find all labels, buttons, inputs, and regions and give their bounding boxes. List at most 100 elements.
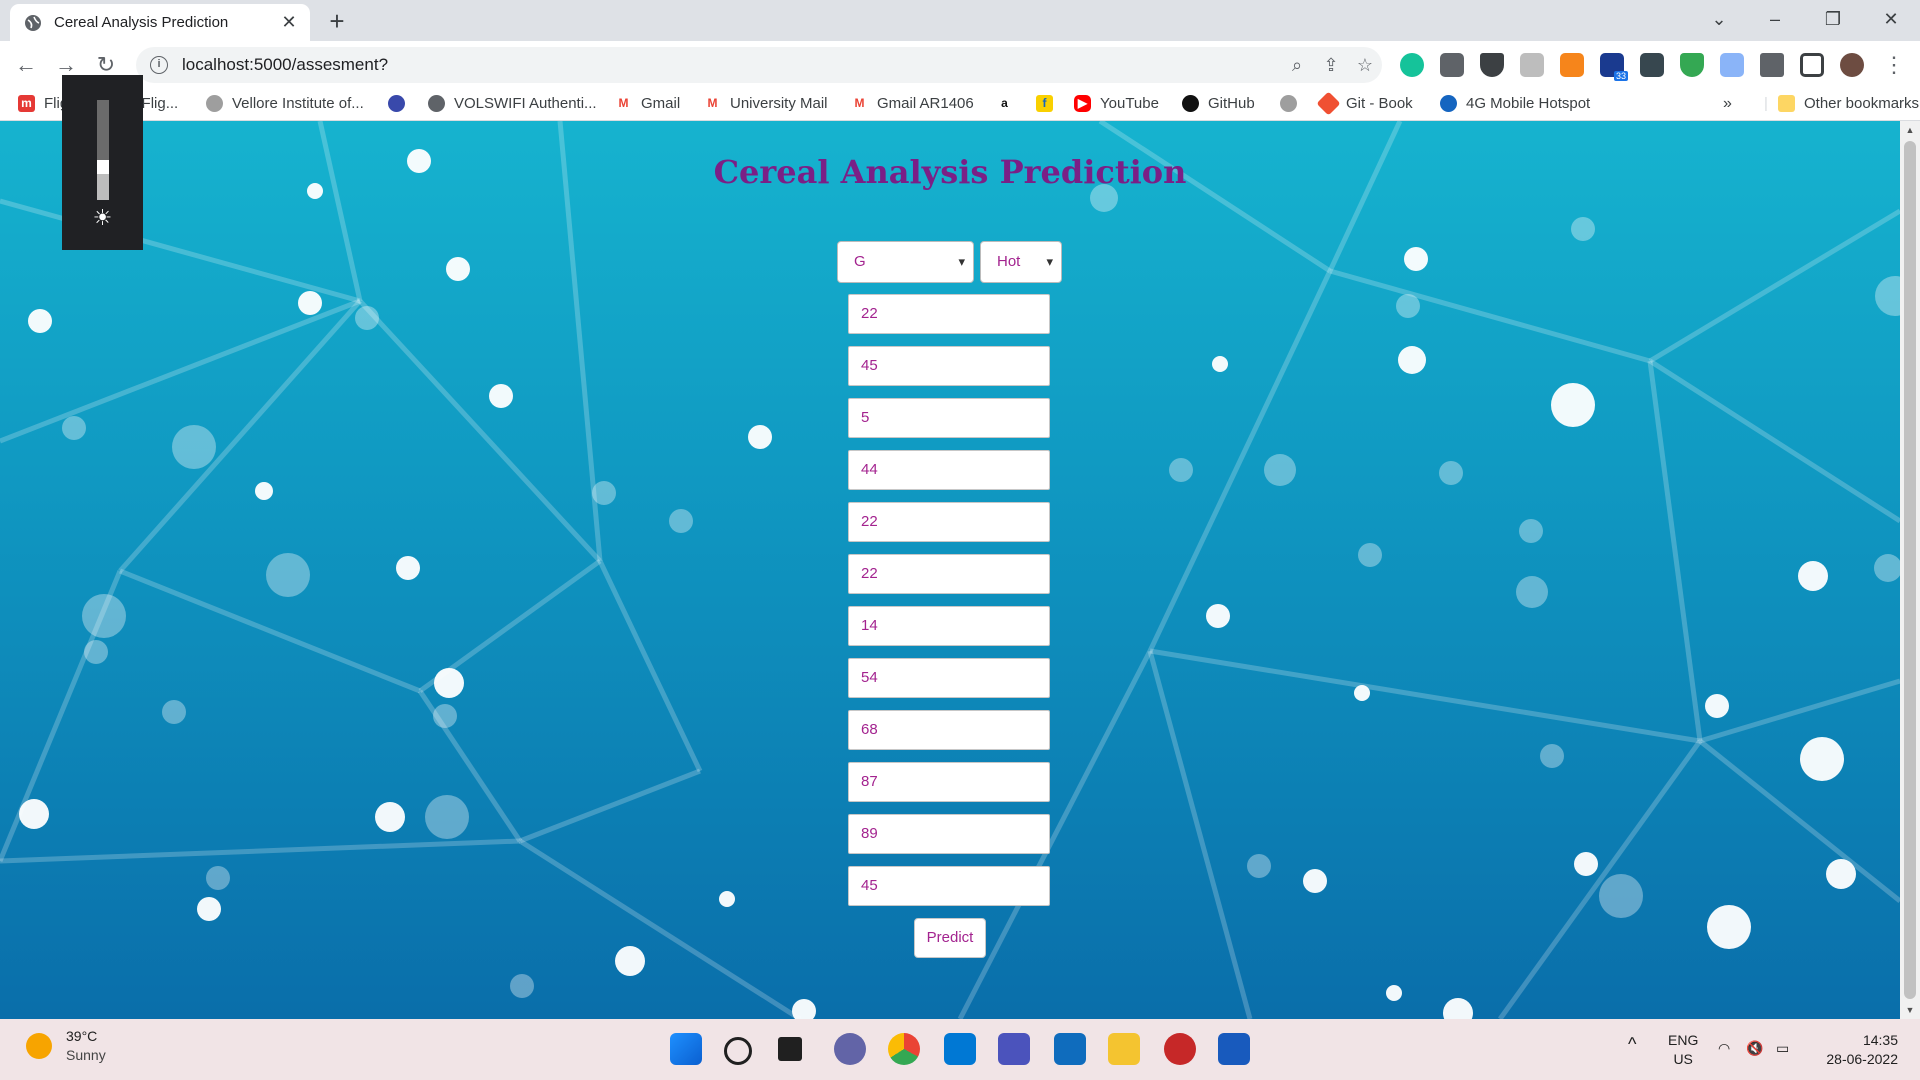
- teams-icon[interactable]: [998, 1033, 1030, 1065]
- input-field-9[interactable]: 68: [848, 710, 1050, 750]
- clock-date: 28-06-2022: [1826, 1051, 1898, 1067]
- battery-icon[interactable]: ▭: [1776, 1039, 1789, 1058]
- vit-icon: [1280, 95, 1297, 112]
- input-field-7[interactable]: 14: [848, 606, 1050, 646]
- tab-search-icon[interactable]: ⌄: [1696, 0, 1742, 38]
- language-indicator[interactable]: ENG US: [1668, 1031, 1698, 1069]
- bookmark-item[interactable]: ▶ YouTube: [1074, 95, 1159, 112]
- back-button[interactable]: ←: [10, 49, 42, 81]
- bookmark-item[interactable]: VOLSWIFI Authenti...: [428, 95, 597, 112]
- shield-extension-icon[interactable]: [1680, 53, 1704, 77]
- scrollbar-thumb[interactable]: [1904, 141, 1916, 999]
- bookmark-label: Git - Book: [1346, 95, 1413, 112]
- bookmark-item[interactable]: M University Mail: [704, 95, 828, 112]
- url-text[interactable]: localhost:5000/assesment?: [182, 55, 1280, 75]
- word-icon[interactable]: [1218, 1033, 1250, 1065]
- close-window-button[interactable]: ✕: [1868, 0, 1914, 38]
- bookmarks-bar: mFlight, Flights, Flig... Vellore Instit…: [0, 89, 1920, 121]
- mail-icon[interactable]: [1054, 1033, 1086, 1065]
- copy-extension-icon[interactable]: [1520, 53, 1544, 77]
- dark-extension-icon[interactable]: [1640, 53, 1664, 77]
- side-panel-icon[interactable]: [1800, 53, 1824, 77]
- wifi-icon[interactable]: ◠: [1718, 1039, 1730, 1058]
- bookmark-item[interactable]: [388, 95, 414, 112]
- chrome-icon[interactable]: [888, 1033, 920, 1065]
- bookmark-label: Gmail: [641, 95, 681, 112]
- gmail-icon: M: [615, 95, 632, 112]
- extensions-puzzle-icon[interactable]: [1760, 53, 1784, 77]
- address-bar[interactable]: i localhost:5000/assesment? ⌕ ⇪ ☆: [136, 47, 1382, 83]
- grammarly-extension-icon[interactable]: [1400, 53, 1424, 77]
- bookmark-item[interactable]: [1280, 95, 1306, 112]
- input-field-11[interactable]: 89: [848, 814, 1050, 854]
- weather-condition: Sunny: [66, 1047, 106, 1063]
- bookmark-label: Vellore Institute of...: [232, 95, 364, 112]
- hotspot-icon: [1440, 95, 1457, 112]
- input-field-5[interactable]: 22: [848, 502, 1050, 542]
- type-select[interactable]: Hot ▾: [980, 241, 1062, 283]
- chat-icon[interactable]: [834, 1033, 866, 1065]
- tab-active[interactable]: Cereal Analysis Prediction ✕: [10, 4, 310, 41]
- language-code: ENG: [1668, 1032, 1699, 1048]
- pocket-extension-icon[interactable]: [1480, 53, 1504, 77]
- store-icon[interactable]: [944, 1033, 976, 1065]
- restore-button[interactable]: ❐: [1810, 0, 1856, 38]
- e-extension-icon[interactable]: [1440, 53, 1464, 77]
- git-icon: [1316, 91, 1341, 116]
- bookmarks-overflow-button[interactable]: »: [1723, 95, 1732, 113]
- speaker-muted-icon[interactable]: 🔇: [1746, 1039, 1763, 1058]
- profile-avatar[interactable]: [1840, 53, 1864, 77]
- clock-time: 14:35: [1862, 1032, 1898, 1048]
- zoom-icon[interactable]: ⌕: [1280, 55, 1314, 76]
- bookmark-label: Gmail AR1406: [877, 95, 974, 112]
- metamask-extension-icon[interactable]: [1560, 53, 1584, 77]
- site-info-icon[interactable]: i: [150, 56, 168, 74]
- other-bookmarks[interactable]: Other bookmarks: [1778, 95, 1919, 112]
- bookmark-label: University Mail: [730, 95, 828, 112]
- scroll-up-arrow-icon[interactable]: ▲: [1900, 125, 1920, 135]
- globe-icon: [428, 95, 445, 112]
- tray-overflow-icon[interactable]: ^: [1628, 1035, 1636, 1054]
- other-bookmarks-label: Other bookmarks: [1804, 95, 1920, 112]
- input-field-4[interactable]: 44: [848, 450, 1050, 490]
- bookmark-star-icon[interactable]: ☆: [1348, 55, 1382, 76]
- input-field-3[interactable]: 5: [848, 398, 1050, 438]
- minimize-button[interactable]: –: [1752, 0, 1798, 38]
- windows-start-icon[interactable]: [670, 1033, 702, 1065]
- input-field-2[interactable]: 45: [848, 346, 1050, 386]
- clock[interactable]: 14:35 28-06-2022: [1814, 1031, 1898, 1069]
- bookmark-item[interactable]: M Gmail AR1406: [851, 95, 974, 112]
- search-icon[interactable]: [724, 1037, 752, 1065]
- youtube-icon: ▶: [1074, 95, 1091, 112]
- input-field-6[interactable]: 22: [848, 554, 1050, 594]
- scroll-down-arrow-icon[interactable]: ▼: [1900, 1005, 1920, 1015]
- bookmark-item[interactable]: Vellore Institute of...: [206, 95, 364, 112]
- manufacturer-select[interactable]: G ▾: [837, 241, 974, 283]
- weather-widget[interactable]: 39°C Sunny: [26, 1027, 106, 1065]
- task-view-icon[interactable]: [778, 1037, 802, 1061]
- bookmark-item[interactable]: a: [996, 95, 1022, 112]
- predict-button[interactable]: Predict: [914, 918, 986, 958]
- app-icon[interactable]: [1164, 1033, 1196, 1065]
- extension-badge-icon[interactable]: 33: [1600, 53, 1628, 81]
- share-icon[interactable]: ⇪: [1314, 55, 1348, 76]
- bookmark-item[interactable]: f: [1036, 95, 1062, 112]
- bookmark-item[interactable]: 4G Mobile Hotspot: [1440, 95, 1590, 112]
- new-tab-button[interactable]: +: [322, 6, 352, 36]
- bookmark-label: VOLSWIFI Authenti...: [454, 95, 597, 112]
- extension-badge-count: 33: [1613, 71, 1628, 81]
- brightness-knob[interactable]: [97, 160, 109, 174]
- bookmark-item[interactable]: Git - Book: [1316, 91, 1413, 116]
- bookmark-item[interactable]: M Gmail: [615, 95, 680, 112]
- browser-menu-icon[interactable]: ⋮: [1878, 49, 1910, 81]
- input-field-12[interactable]: 45: [848, 866, 1050, 906]
- page-scrollbar[interactable]: ▲ ▼: [1900, 121, 1920, 1019]
- file-explorer-icon[interactable]: [1108, 1033, 1140, 1065]
- input-field-10[interactable]: 87: [848, 762, 1050, 802]
- input-field-1[interactable]: 22: [848, 294, 1050, 334]
- calendar-extension-icon[interactable]: [1720, 53, 1744, 77]
- bookmark-label: GitHub: [1208, 95, 1255, 112]
- input-field-8[interactable]: 54: [848, 658, 1050, 698]
- bookmark-item[interactable]: GitHub: [1182, 95, 1255, 112]
- tab-close-icon[interactable]: ✕: [278, 12, 300, 33]
